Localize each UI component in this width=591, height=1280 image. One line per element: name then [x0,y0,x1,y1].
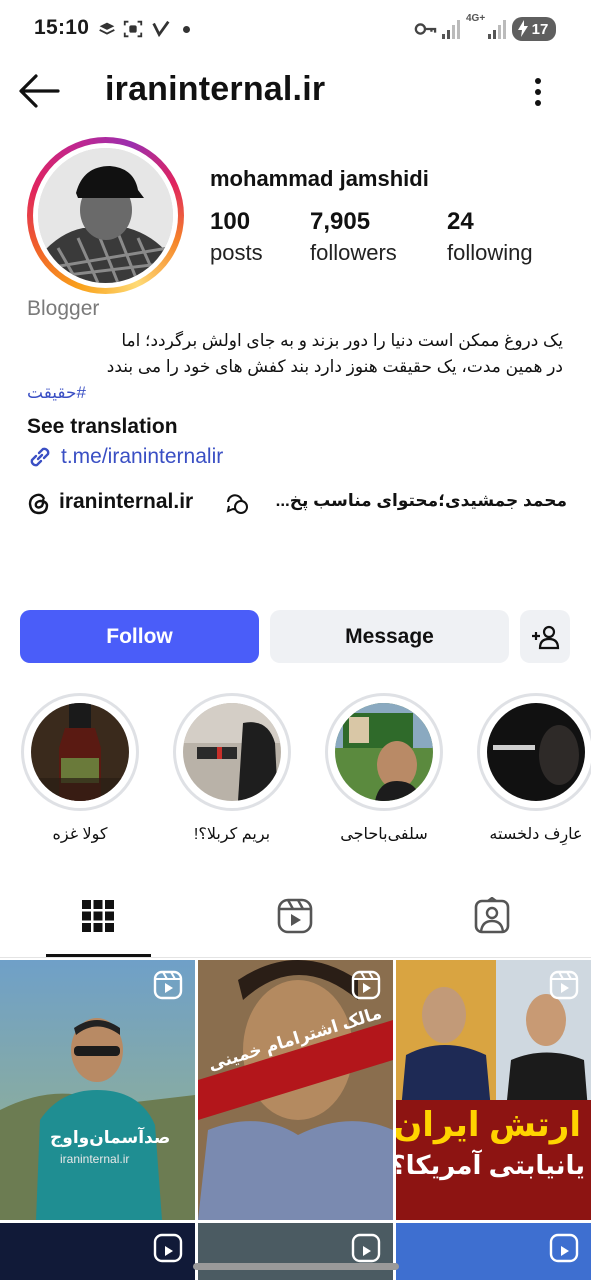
profile-header: iraninternal.ir [0,58,591,128]
highlight-label: بریم کربلا؟! [193,826,271,843]
screenshot-icon [123,20,143,38]
vpn-key-icon [414,23,437,35]
status-time: 15:10 [34,16,90,39]
reel-icon [351,1233,381,1263]
reel-icon [549,970,579,1000]
post-caption: صدآسمان‌واوج [50,1128,171,1147]
posts-count: 100 [210,208,251,235]
highlight-label: کولا غزه [52,826,108,843]
see-translation-link[interactable]: See translation [27,415,178,439]
highlight-item[interactable]: عارِف دلخسته [476,693,591,844]
threads-description[interactable]: محمد جمشیدی؛محتوای مناسب پخ... [276,491,567,511]
reel-icon [549,1233,579,1263]
header-username: iraninternal.ir [105,70,326,108]
tagged-icon[interactable] [473,897,511,935]
followers-label: followers [310,240,397,265]
highlight-cover [183,703,281,801]
reel-icon [153,970,183,1000]
active-tab-indicator [46,954,151,957]
battery-level: 17 [531,20,549,38]
add-user-icon [532,625,560,649]
highlight-cover [31,703,129,801]
bio-line-1: یک دروغ ممکن است دنیا را دور بزند و به ج… [121,331,563,350]
following-label: following [447,240,533,265]
post-thumbnail[interactable]: ارتش ایران یانیابتی آمریکا؟ [396,960,591,1220]
post-thumbnail[interactable]: صدآسمان‌واوج iraninternal.ir [0,960,195,1220]
suggested-users-button[interactable] [520,610,570,663]
link-url: t.me/iraninternalir [61,445,224,468]
highlight-cover [335,703,433,801]
bio-line-2: در همین مدت، یک حقیقت هنوز دارد بند کفش … [106,357,563,376]
highlight-item[interactable]: بریم کربلا؟! [172,693,292,844]
signal-icon-2 [488,20,506,39]
network-type: 4G+ [466,13,486,24]
cloud-sync-icon [99,22,115,35]
highlight-item[interactable]: کولا غزه [20,693,140,844]
status-bar: 15:10 4G+ 17 [0,0,591,58]
follow-button[interactable]: Follow [20,610,259,663]
reels-icon[interactable] [276,897,314,935]
post-caption-top: ارتش ایران [396,1106,581,1144]
following-count: 24 [447,208,474,235]
posts-label: posts [210,240,263,265]
followers-count: 7,905 [310,208,371,235]
threads-icon[interactable] [27,490,51,516]
post-watermark: iraninternal.ir [60,1152,130,1166]
followers-stat[interactable]: 7,905 followers [310,208,397,266]
highlight-label: سلفی‌باحاجی [340,826,428,843]
posts-stat[interactable]: 100 posts [210,208,263,266]
post-thumbnail[interactable]: مالک اشترامام خمینی [198,960,393,1220]
profile-category: Blogger [27,297,100,320]
link-icon [30,447,50,467]
charging-icon [518,20,528,37]
home-indicator[interactable] [193,1263,399,1270]
app-notification-icon [152,20,170,38]
reel-icon [351,970,381,1000]
external-link[interactable]: t.me/iraninternalir [27,444,223,470]
chat-bubbles-icon [226,494,248,514]
notification-dot [183,26,190,33]
post-thumbnail[interactable] [396,1223,591,1280]
highlight-cover [487,703,585,801]
back-arrow-icon[interactable] [18,72,60,110]
avatar[interactable] [38,148,173,283]
message-button[interactable]: Message [270,610,509,663]
signal-icon [442,20,460,39]
bio-hashtag[interactable]: #حقیقت [27,383,86,403]
highlight-label: عارِف دلخسته [489,826,583,843]
grid-icon[interactable] [79,897,117,935]
battery-indicator: 17 [512,17,556,41]
post-thumbnail[interactable] [0,1223,195,1280]
reel-icon [153,1233,183,1263]
threads-row: iraninternal.ir محمد جمشیدی؛محتوای مناسب… [27,489,567,517]
more-options-icon[interactable] [526,74,550,110]
following-stat[interactable]: 24 following [447,208,533,266]
profile-tabs [0,880,591,958]
profile-full-name: mohammad jamshidi [210,166,429,191]
threads-username[interactable]: iraninternal.ir [59,490,193,514]
post-caption-bottom: یانیابتی آمریکا؟ [396,1150,585,1180]
highlight-item[interactable]: سلفی‌باحاجی [324,693,444,844]
post-thumbnail[interactable] [198,1223,393,1280]
story-ring[interactable] [27,137,184,294]
